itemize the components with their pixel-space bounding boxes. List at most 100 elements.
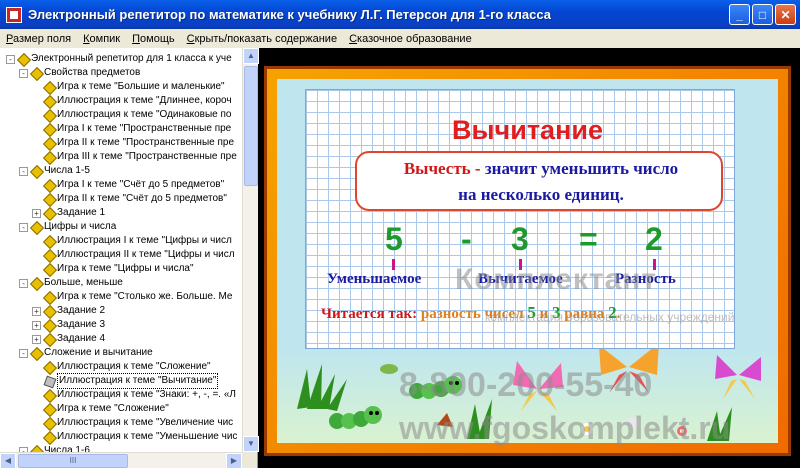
menu-accelerator: П <box>132 32 141 45</box>
collapse-icon[interactable]: - <box>6 54 15 64</box>
tree-item[interactable]: Иллюстрация I к теме "Цифры и числ <box>32 234 232 248</box>
tree-item[interactable]: Иллюстрация к теме "Сложение" <box>32 360 211 374</box>
tree-item[interactable]: Игра к теме "Цифры и числа" <box>32 262 194 276</box>
tree-item-label: Задание 1 <box>57 207 106 218</box>
menu-item-4[interactable]: Сказочное образование <box>343 33 478 45</box>
tree-vertical-scrollbar[interactable]: ▲ ▼ <box>242 48 259 452</box>
expand-icon[interactable]: + <box>32 306 41 316</box>
tree-item[interactable]: Иллюстрация к теме "Знаки: +, -, =. «Л <box>32 388 236 402</box>
tree-item-label: Игра II к теме "Счёт до 5 предметов" <box>57 193 227 204</box>
scroll-up-arrow-icon[interactable]: ▲ <box>243 48 259 64</box>
expand-icon[interactable]: + <box>32 334 41 344</box>
diamond-icon <box>44 292 54 302</box>
tree-item-label: Иллюстрация I к теме "Цифры и числ <box>57 235 232 246</box>
minimize-button[interactable]: _ <box>729 4 750 25</box>
definition-line-1: Вычесть - значит уменьшить число <box>357 159 725 179</box>
definition-box: Вычесть - значит уменьшить число на неск… <box>355 151 723 211</box>
tree-item[interactable]: Игра к теме "Большие и маленькие" <box>32 80 225 94</box>
tree-item-label: Иллюстрация к теме "Знаки: +, -, =. «Л <box>57 389 236 400</box>
window-title: Электронный репетитор по математике к уч… <box>28 7 551 22</box>
expand-icon[interactable]: + <box>32 320 41 330</box>
app-icon <box>6 6 22 23</box>
diamond-icon <box>44 194 54 204</box>
watermark-site: www.fgoskomplekt.ru <box>399 410 731 446</box>
tree-item[interactable]: - Числа 1-6 <box>19 444 90 452</box>
tree-item[interactable]: Иллюстрация II к теме "Цифры и числ <box>32 248 235 262</box>
tree-item[interactable]: + Задание 4 <box>32 332 105 346</box>
tree-item-label: Иллюстрация к теме "Сложение" <box>57 361 211 372</box>
collapse-icon[interactable]: - <box>19 348 28 358</box>
equation-equals: = <box>579 221 598 257</box>
watermark-tagline: комплектация образовательных учреждений <box>485 310 735 324</box>
term-minuend: Уменьшаемое <box>327 271 422 287</box>
menu-item-3[interactable]: Скрыть/показать содержание <box>181 33 343 45</box>
menu-item-2[interactable]: Помощь <box>126 33 181 45</box>
tree-item[interactable]: + Задание 1 <box>32 206 105 220</box>
tree-item[interactable]: - Свойства предметов <box>19 66 140 80</box>
scroll-left-arrow-icon[interactable]: ◀ <box>0 453 16 468</box>
tree-item[interactable]: Игра III к теме "Пространственные пре <box>32 150 237 164</box>
diamond-icon <box>44 138 54 148</box>
tree-item-label: Игра к теме "Столько же. Больше. Ме <box>57 291 233 302</box>
tree-item[interactable]: - Цифры и числа <box>19 220 116 234</box>
tree-item-label: Игра III к теме "Пространственные пре <box>57 151 237 162</box>
tree-item[interactable]: Иллюстрация к теме "Уменьшение чис <box>32 430 237 444</box>
definition-text: значит уменьшить число <box>484 159 679 178</box>
menu-item-1[interactable]: Компик <box>77 33 126 45</box>
diamond-icon <box>44 306 54 316</box>
diamond-icon <box>44 236 54 246</box>
tree-item[interactable]: Игра I к теме "Пространственные пре <box>32 122 231 136</box>
diamond-icon <box>31 222 41 232</box>
tree-item[interactable]: - Больше, меньше <box>19 276 123 290</box>
diamond-icon <box>44 82 54 92</box>
leaf-icon <box>380 364 398 374</box>
diamond-icon <box>44 250 54 260</box>
tree-item[interactable]: Иллюстрация к теме "Вычитание" <box>32 373 219 389</box>
tree-item-label: Иллюстрация к теме "Одинаковые по <box>57 109 232 120</box>
diamond-icon <box>44 264 54 274</box>
scroll-right-arrow-icon[interactable]: ▶ <box>226 453 242 468</box>
tree-item-label: Задание 4 <box>57 333 106 344</box>
tree-item[interactable]: + Задание 3 <box>32 318 105 332</box>
tree-item[interactable]: - Числа 1-5 <box>19 164 90 178</box>
collapse-icon[interactable]: - <box>19 68 28 78</box>
tree-item-label: Иллюстрация к теме "Уменьшение чис <box>57 431 238 442</box>
tree-item-label: Больше, меньше <box>44 277 123 288</box>
tree-item[interactable]: - Сложение и вычитание <box>19 346 153 360</box>
hscroll-thumb[interactable]: III <box>18 454 128 468</box>
tree-item[interactable]: Игра II к теме "Счёт до 5 предметов" <box>32 192 227 206</box>
collapse-icon[interactable]: - <box>19 166 28 176</box>
definition-verb: Вычесть <box>403 159 471 178</box>
menu-label: казочное образование <box>357 32 472 45</box>
tree-item-label: Электронный репетитор для 1 класса к уче <box>31 53 232 64</box>
scroll-thumb[interactable] <box>244 66 258 186</box>
tree-item[interactable]: Игра II к теме "Пространственные пре <box>32 136 234 150</box>
tree-item[interactable]: - Электронный репетитор для 1 класса к уч… <box>6 52 232 66</box>
tree-item[interactable]: Игра к теме "Сложение" <box>32 402 169 416</box>
tree-item-label: Игра II к теме "Пространственные пре <box>57 137 235 148</box>
tree-item-label: Цифры и числа <box>44 221 117 232</box>
tree-item[interactable]: + Задание 2 <box>32 304 105 318</box>
menu-item-0[interactable]: Размер поля <box>0 33 77 45</box>
tree-horizontal-scrollbar[interactable]: ◀ III ▶ <box>0 452 242 468</box>
tree-item[interactable]: Иллюстрация к теме "Одинаковые по <box>32 108 231 122</box>
tree-item[interactable]: Иллюстрация к теме "Длиннее, короч <box>32 94 232 108</box>
tree-item-label: Игра к теме "Сложение" <box>57 403 169 414</box>
collapse-icon[interactable]: - <box>19 278 28 288</box>
menu-accelerator: С <box>349 32 358 45</box>
collapse-icon[interactable]: - <box>19 222 28 232</box>
diamond-icon <box>44 418 54 428</box>
tree-item[interactable]: Игра I к теме "Счёт до 5 предметов" <box>32 178 224 192</box>
contents-tree-panel: - Электронный репетитор для 1 класса к уч… <box>0 48 259 468</box>
diamond-icon <box>44 320 54 330</box>
maximize-button[interactable]: □ <box>752 4 773 25</box>
close-button[interactable]: ✕ <box>775 4 796 25</box>
expand-icon[interactable]: + <box>32 208 41 218</box>
diamond-icon <box>44 362 54 372</box>
tree-item[interactable]: Игра к теме "Столько же. Больше. Ме <box>32 290 233 304</box>
diamond-icon <box>44 180 54 190</box>
contents-tree[interactable]: - Электронный репетитор для 1 класса к уч… <box>0 48 242 452</box>
tree-item[interactable]: Иллюстрация к теме "Увеличение чис <box>32 416 233 430</box>
diamond-icon <box>31 348 41 358</box>
scroll-down-arrow-icon[interactable]: ▼ <box>243 436 259 452</box>
